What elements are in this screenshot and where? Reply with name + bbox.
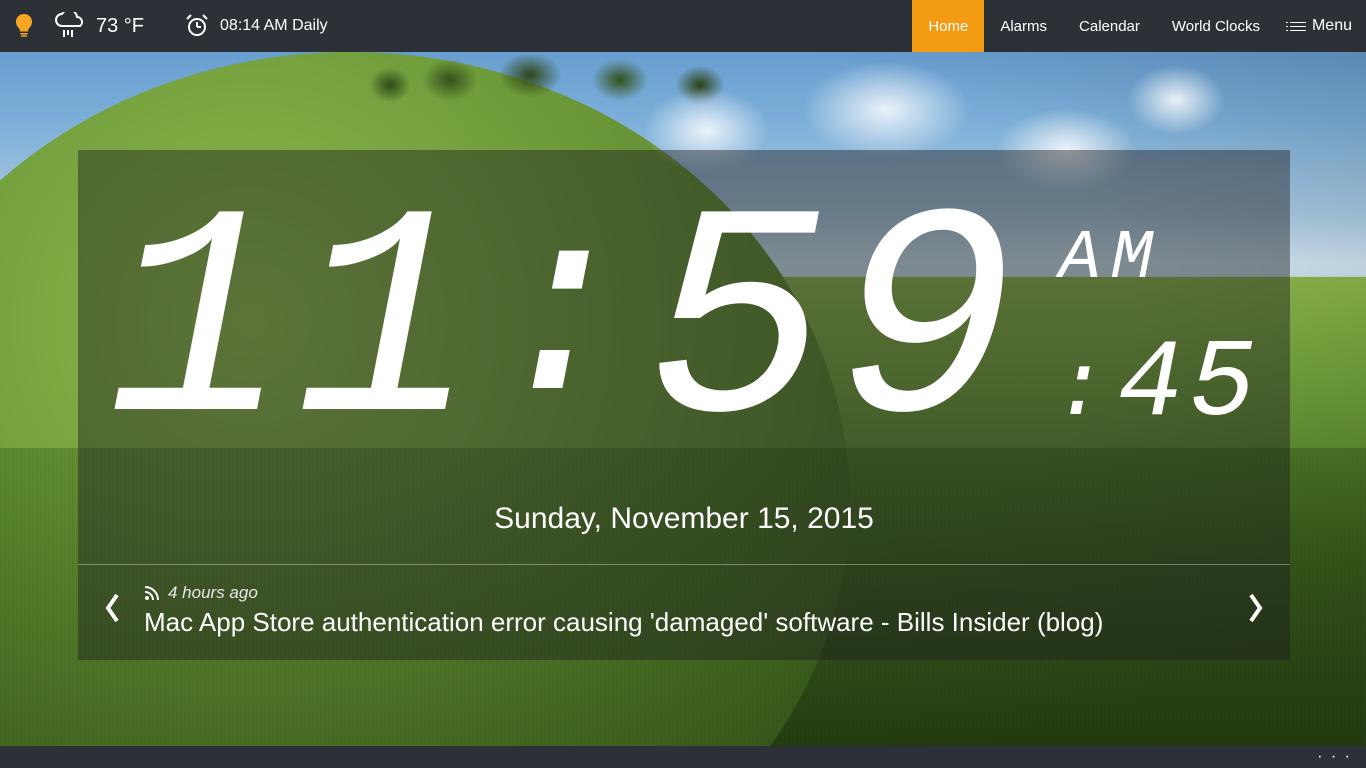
rss-icon [144, 585, 160, 601]
alarm-clock-icon [184, 13, 210, 39]
top-bar: 73 °F 08:14 AM Daily Home Alarms Calenda… [0, 0, 1366, 52]
hamburger-icon [1290, 19, 1306, 34]
nav-alarms[interactable]: Alarms [984, 0, 1063, 52]
nav-menu[interactable]: Menu [1276, 0, 1366, 52]
clock-time: 11 : 59 [107, 180, 1023, 480]
clock-seconds: :45 [1053, 323, 1261, 448]
chevron-right-icon [1244, 591, 1266, 625]
seconds-colon: : [1053, 340, 1113, 442]
more-options-button[interactable]: · · · [1317, 748, 1352, 766]
clock-colon: : [483, 190, 647, 450]
nav-menu-label: Menu [1312, 17, 1352, 35]
bottom-bar: · · · [0, 746, 1366, 768]
ticker-body[interactable]: 4 hours ago Mac App Store authentication… [144, 583, 1224, 638]
clock-seconds-value: 45 [1117, 323, 1261, 448]
news-ticker: 4 hours ago Mac App Store authentication… [78, 564, 1290, 660]
clock-right-column: AM :45 [1053, 180, 1261, 448]
ticker-headline: Mac App Store authentication error causi… [144, 607, 1224, 638]
ticker-age: 4 hours ago [168, 583, 258, 603]
nav-home[interactable]: Home [912, 0, 984, 52]
rain-cloud-icon [52, 12, 86, 40]
ticker-next-button[interactable] [1244, 591, 1266, 630]
lightbulb-icon[interactable] [14, 12, 34, 40]
nav-world-clocks[interactable]: World Clocks [1156, 0, 1276, 52]
clock-area: 11 : 59 AM :45 [78, 150, 1290, 490]
clock-ampm: AM [1059, 220, 1163, 299]
next-alarm-text: 08:14 AM Daily [220, 17, 328, 35]
weather-widget[interactable]: 73 °F [52, 12, 144, 40]
top-bar-left: 73 °F 08:14 AM Daily [0, 12, 328, 40]
nav-calendar[interactable]: Calendar [1063, 0, 1156, 52]
main-clock-panel: 11 : 59 AM :45 Sunday, November 15, 2015 [78, 150, 1290, 660]
clock-hours: 11 [107, 180, 483, 480]
temperature-value: 73 °F [96, 15, 144, 38]
ticker-prev-button[interactable] [102, 591, 124, 630]
ticker-meta: 4 hours ago [144, 583, 1224, 603]
clock-date: Sunday, November 15, 2015 [78, 490, 1290, 564]
next-alarm-widget[interactable]: 08:14 AM Daily [184, 13, 328, 39]
chevron-left-icon [102, 591, 124, 625]
clock-minutes: 59 [647, 180, 1023, 480]
top-nav: Home Alarms Calendar World Clocks Menu [912, 0, 1366, 52]
